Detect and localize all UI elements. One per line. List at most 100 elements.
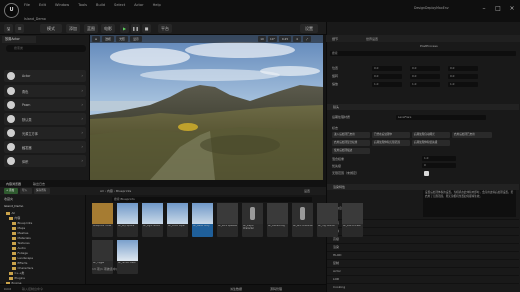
section-lod[interactable]: LOD: [327, 275, 519, 282]
info-textbox[interactable]: 设置后处理体积的设置。当相机在此体积内部时，会应用这些后处理设置。若启用了无限范…: [423, 190, 516, 217]
save-all-button[interactable]: 保存所有: [34, 188, 50, 194]
breadcrumb-blueprints[interactable]: Blueprints: [116, 189, 131, 193]
menu-tools[interactable]: Tools: [78, 3, 87, 7]
source-control-button[interactable]: 源码管理: [270, 287, 282, 291]
section-replication[interactable]: 复制: [327, 259, 519, 266]
asset-tile[interactable]: BP_Post Process: [342, 203, 363, 237]
flag-chip[interactable]: 后期处理体积优先级: [412, 140, 450, 146]
pause-icon[interactable]: ❚❚: [131, 24, 140, 33]
tree-root[interactable]: Island_Demo: [4, 204, 23, 208]
minimize-icon[interactable]: –: [480, 5, 488, 13]
location-z-field[interactable]: 0.0: [448, 66, 478, 71]
favorites-header[interactable]: 收藏夹: [4, 197, 13, 201]
place-category-character[interactable]: 角色 ›: [4, 85, 86, 97]
breadcrumb-all[interactable]: All: [100, 189, 104, 193]
menu-select[interactable]: Select: [114, 3, 125, 7]
priority-field[interactable]: 0: [422, 163, 456, 168]
scale-x-field[interactable]: 1.0: [372, 82, 402, 87]
folder-item[interactable]: All: [6, 211, 16, 215]
scale-snap-button[interactable]: 0.25: [279, 36, 291, 42]
asset-tile[interactable]: BP_Rock Spawner: [217, 203, 238, 237]
details-tab[interactable]: 细节: [332, 37, 338, 41]
flag-chip[interactable]: 已经在后处理中: [372, 132, 410, 138]
lens-section-header[interactable]: 镜头: [327, 104, 519, 110]
cinematics-button[interactable]: 电影: [101, 24, 115, 33]
place-category-trigger[interactable]: 触发器 ›: [4, 141, 86, 153]
flag-chip[interactable]: 启用后处理混合权重: [332, 140, 370, 146]
platforms-button[interactable]: 平台: [158, 24, 172, 33]
folder-item[interactable]: Maps: [12, 226, 26, 230]
folder-item[interactable]: Audio: [12, 246, 26, 250]
folder-item[interactable]: C++类: [9, 271, 25, 275]
asset-tile[interactable]: BP_Camera Rig: [267, 203, 288, 237]
content-search-input[interactable]: 搜索 Blueprints: [112, 197, 312, 202]
maximize-icon[interactable]: □: [494, 5, 502, 13]
location-y-field[interactable]: 0.0: [410, 66, 440, 71]
menu-build[interactable]: Build: [96, 3, 105, 7]
scale-y-field[interactable]: 1.0: [410, 82, 440, 87]
asset-tile[interactable]: BP_Fog Volume: [317, 203, 338, 237]
lens-dropdown[interactable]: LensFlare: [396, 115, 486, 120]
menu-actor[interactable]: Actor: [134, 3, 143, 7]
asset-tile[interactable]: BP_Water Body: [192, 203, 213, 237]
folder-item[interactable]: 内容: [9, 216, 21, 220]
menu-edit[interactable]: Edit: [39, 3, 46, 7]
settings-button[interactable]: 设置: [300, 24, 318, 33]
blend-weight-field[interactable]: 1.0: [422, 156, 456, 161]
camera-speed-button[interactable]: 4: [293, 36, 301, 42]
asset-tile[interactable]: Blueprints Folder: [92, 203, 113, 237]
add-content-button[interactable]: 添加: [66, 24, 80, 33]
asset-tile[interactable]: BP_Cloud Layer: [167, 203, 188, 237]
asset-tile[interactable]: BP_Light Studio: [142, 203, 163, 237]
output-log-tab[interactable]: 输出日志: [33, 182, 45, 186]
folder-item[interactable]: Characters: [12, 266, 34, 270]
folder-item[interactable]: Meshes: [12, 231, 29, 235]
save-icon[interactable]: 🖫: [4, 24, 13, 33]
content-browser-tab[interactable]: 内容浏览器: [6, 182, 21, 186]
stop-icon[interactable]: ■: [142, 24, 151, 33]
details-search-input[interactable]: 搜索: [330, 51, 516, 56]
place-category-light-cube[interactable]: 光源立方体 ›: [4, 127, 86, 139]
flag-chip[interactable]: 后期处理自动曝光: [412, 132, 450, 138]
rotation-y-field[interactable]: 0.0: [410, 74, 440, 79]
play-icon[interactable]: ▶: [120, 24, 129, 33]
add-button[interactable]: + 添加: [4, 188, 18, 194]
rotation-x-field[interactable]: 0.0: [372, 74, 402, 79]
unreal-logo-icon[interactable]: U: [4, 3, 19, 18]
blueprint-button[interactable]: 蓝图: [84, 24, 98, 33]
scale-z-field[interactable]: 1.0: [448, 82, 478, 87]
breadcrumb-content[interactable]: 内容: [107, 189, 113, 193]
world-settings-tab[interactable]: 世界设置: [366, 37, 378, 41]
select-mode-button[interactable]: 模式: [40, 24, 62, 33]
cmd-label[interactable]: Cmd: [4, 287, 11, 291]
grid-snap-button[interactable]: 10: [258, 36, 266, 42]
place-actors-tab[interactable]: 放置Actor: [2, 36, 36, 43]
lit-button[interactable]: 光照: [116, 36, 128, 42]
folder-item[interactable]: Plugins: [9, 276, 25, 280]
show-button[interactable]: 显示: [130, 36, 142, 42]
place-actors-search-input[interactable]: 搜索类: [6, 45, 86, 52]
flag-chip[interactable]: 进入后处理已启用: [332, 132, 370, 138]
folder-item[interactable]: Textures: [12, 241, 30, 245]
menu-help[interactable]: Help: [153, 3, 161, 7]
content-settings-button[interactable]: 设置: [304, 189, 310, 193]
asset-tile[interactable]: BP_Terrain Mesh: [117, 240, 138, 274]
asset-tile[interactable]: BP_Sky Sphere: [117, 203, 138, 237]
import-button[interactable]: 导入: [20, 188, 32, 194]
place-category-pawn[interactable]: Pawn ›: [4, 99, 86, 111]
viewport-menu-icon[interactable]: ≡: [92, 36, 100, 42]
angle-snap-button[interactable]: 10°: [268, 36, 277, 42]
flag-chip[interactable]: 启用后处理已启用: [452, 132, 492, 138]
folder-item[interactable]: Foliage: [12, 251, 28, 255]
menu-window[interactable]: Window: [55, 3, 69, 7]
folder-item[interactable]: Effects: [12, 261, 28, 265]
flag-chip[interactable]: 后期处理体积无限范围: [372, 140, 410, 146]
section-cooking[interactable]: Cooking: [327, 283, 519, 290]
folder-item[interactable]: Blueprints: [12, 221, 33, 225]
place-category-actor[interactable]: Actor ›: [4, 70, 86, 82]
place-category-default[interactable]: 默认类 ›: [4, 113, 86, 125]
derived-data-button[interactable]: 派生数据: [230, 287, 242, 291]
asset-tile[interactable]: BP_Player Character: [242, 203, 263, 237]
flag-chip[interactable]: 使用后处理描边: [332, 148, 370, 154]
close-icon[interactable]: ×: [508, 5, 516, 13]
